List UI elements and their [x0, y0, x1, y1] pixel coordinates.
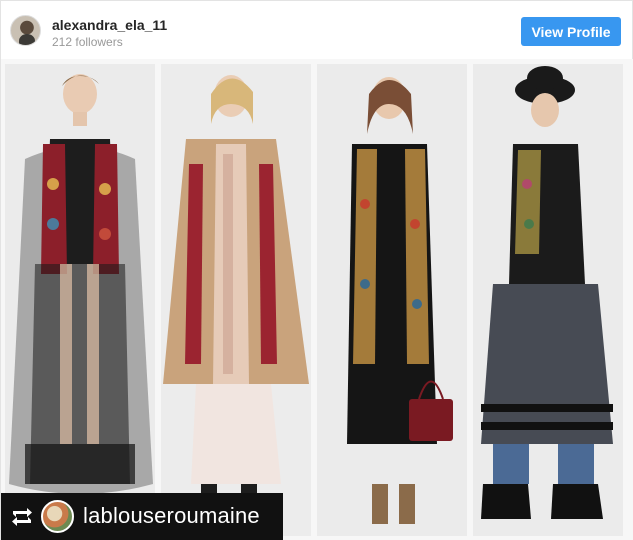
view-profile-button[interactable]: View Profile	[521, 17, 621, 46]
photo-panel-1	[5, 64, 155, 536]
repost-badge[interactable]: lablouseroumaine	[1, 493, 283, 540]
model-figure-2	[161, 64, 311, 536]
post-card: alexandra_ela_11 212 followers View Prof…	[0, 0, 633, 540]
photo-panel-2	[161, 64, 311, 536]
username[interactable]: alexandra_ela_11	[52, 17, 167, 33]
post-image[interactable]: lablouseroumaine	[1, 59, 633, 540]
repost-icon	[12, 508, 32, 526]
follower-count: 212 followers	[52, 35, 123, 49]
post-header: alexandra_ela_11 212 followers View Prof…	[1, 1, 633, 59]
model-figure-4	[473, 64, 623, 536]
model-figure-3	[317, 64, 467, 536]
model-figure-1	[5, 64, 155, 536]
avatar[interactable]	[10, 15, 41, 46]
photo-panel-3	[317, 64, 467, 536]
repost-account-name[interactable]: lablouseroumaine	[83, 503, 260, 529]
repost-avatar[interactable]	[41, 500, 74, 533]
photo-panel-4	[473, 64, 623, 536]
